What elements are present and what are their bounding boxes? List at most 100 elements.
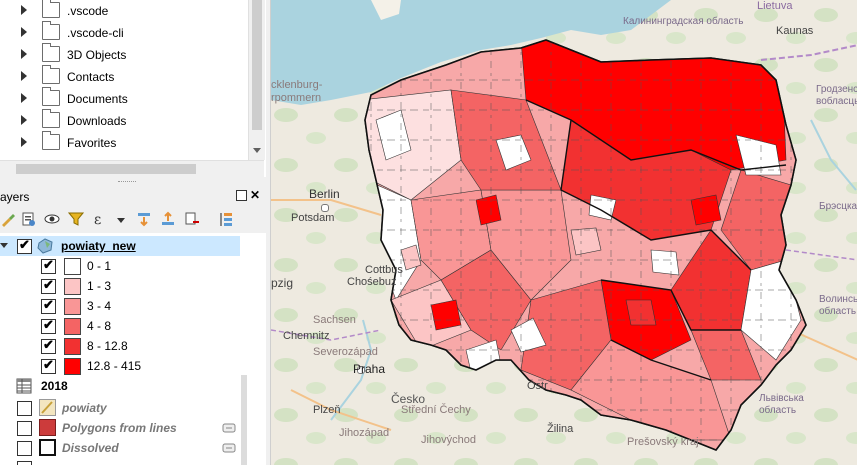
layer-name: Dissolved: [62, 441, 119, 455]
legend-item[interactable]: 3 - 4: [0, 296, 240, 316]
close-icon[interactable]: ✕: [250, 188, 260, 202]
add-group-icon[interactable]: [20, 211, 36, 227]
legend-checkbox[interactable]: [41, 317, 56, 334]
map-label: pzig: [271, 276, 294, 290]
legend-item[interactable]: 4 - 8: [0, 316, 240, 336]
expand-all-icon[interactable]: [136, 211, 152, 227]
browser-item-label: .vscode-cli: [67, 26, 124, 40]
splitter-grip-icon: [118, 181, 136, 184]
layer-row-polygons-from-lines[interactable]: Polygons from lines: [0, 418, 240, 438]
legend-label: 12.8 - 415: [87, 359, 142, 373]
layer-visibility-checkbox[interactable]: [17, 237, 32, 254]
scroll-thumb[interactable]: [16, 164, 196, 174]
scroll-down-arrow-icon[interactable]: [253, 148, 261, 153]
layer-name: Polygons from lines: [62, 421, 177, 435]
map-label: Chemnitz: [283, 330, 330, 342]
layer-name: 2018: [41, 379, 68, 393]
style-manager-icon[interactable]: [0, 211, 16, 227]
browser-item[interactable]: Contacts: [0, 65, 248, 88]
scroll-thumb[interactable]: [252, 0, 262, 130]
legend-item[interactable]: 12.8 - 415: [0, 356, 240, 376]
line-layer-icon: [39, 399, 56, 416]
collapse-all-icon[interactable]: [160, 211, 176, 227]
table-layer-icon: [16, 378, 32, 394]
filter-icon[interactable]: [68, 211, 84, 227]
legend-checkbox[interactable]: [41, 337, 56, 354]
map-label: cklenburg-: [271, 79, 323, 91]
map-label: Cottbus: [365, 264, 403, 276]
browser-item[interactable]: .vscode-cli: [0, 21, 248, 44]
layers-tree: powiaty_new 0 - 1 1 - 3 3 - 4 4 - 8 8 - …: [0, 234, 240, 465]
legend-color-swatch: [64, 358, 81, 375]
legend-item[interactable]: 1 - 3: [0, 276, 240, 296]
folder-icon: [42, 87, 60, 106]
browser-item-label: Favorites: [67, 136, 117, 150]
eye-visibility-icon[interactable]: [44, 211, 60, 227]
map-label: Berlin: [309, 187, 340, 201]
polygon-layer-icon: [37, 238, 53, 254]
map-label: Chośebuz: [347, 276, 397, 288]
remove-layer-icon[interactable]: [184, 211, 200, 227]
folder-icon: [42, 21, 60, 40]
folder-icon: [42, 65, 60, 84]
layer-row-2018[interactable]: 2018: [0, 376, 240, 396]
browser-horizontal-scrollbar[interactable]: [0, 160, 264, 177]
map-label: Severozápad: [313, 346, 378, 358]
map-label: Jihozápad: [339, 427, 390, 439]
expand-arrow-icon[interactable]: [21, 49, 27, 59]
legend-label: 4 - 8: [87, 319, 112, 333]
layer-name: powiaty: [62, 401, 107, 415]
expand-arrow-icon[interactable]: [21, 5, 27, 15]
expand-arrow-icon[interactable]: [21, 27, 27, 37]
browser-vertical-scrollbar[interactable]: [248, 0, 265, 160]
browser-item[interactable]: Favorites: [0, 131, 248, 154]
browser-item-label: Documents: [67, 92, 128, 106]
expand-arrow-icon[interactable]: [21, 137, 27, 147]
browser-item[interactable]: Downloads: [0, 109, 248, 132]
dropdown-arrow-icon[interactable]: [117, 218, 125, 223]
browser-panel: .vscode .vscode-cli 3D Objects Contacts …: [0, 0, 248, 160]
expand-arrow-icon[interactable]: [21, 115, 27, 125]
layer-row-partial[interactable]: [0, 458, 240, 465]
map-label: Praha: [353, 362, 386, 376]
map-canvas[interactable]: Lietuva Калининградская область Kaunas c…: [270, 0, 857, 465]
legend-checkbox[interactable]: [41, 277, 56, 294]
expand-arrow-icon[interactable]: [21, 71, 27, 81]
browser-item[interactable]: 3D Objects: [0, 43, 248, 66]
legend-item[interactable]: 0 - 1: [0, 256, 240, 276]
layer-row-powiaty[interactable]: powiaty: [0, 398, 240, 418]
collapse-arrow-icon[interactable]: [0, 243, 8, 248]
layer-order-icon[interactable]: [218, 211, 234, 227]
legend-item[interactable]: 8 - 12.8: [0, 336, 240, 356]
browser-item[interactable]: Documents: [0, 87, 248, 110]
map-label: Prešovský kraj: [627, 436, 699, 448]
legend-checkbox[interactable]: [41, 297, 56, 314]
legend-color-swatch: [64, 278, 81, 295]
map-label: Žilina: [547, 423, 574, 435]
left-panel: .vscode .vscode-cli 3D Objects Contacts …: [0, 0, 266, 465]
map-label: Potsdam: [291, 212, 335, 224]
legend-color-swatch: [64, 258, 81, 275]
layers-tree-scrollbar[interactable]: [241, 375, 247, 465]
legend-label: 3 - 4: [87, 299, 112, 313]
map-label: Plzeň: [313, 404, 341, 416]
layer-visibility-checkbox[interactable]: [17, 461, 32, 465]
layer-row-dissolved[interactable]: Dissolved: [0, 438, 240, 458]
temporary-layer-icon[interactable]: [222, 443, 236, 453]
layer-visibility-checkbox[interactable]: [17, 421, 32, 436]
layer-visibility-checkbox[interactable]: [17, 401, 32, 416]
temporary-layer-icon[interactable]: [222, 423, 236, 433]
float-panel-icon[interactable]: [236, 190, 247, 201]
map-label: Střední Čechy: [401, 404, 471, 416]
expand-arrow-icon[interactable]: [21, 93, 27, 103]
expression-filter-icon[interactable]: ε: [94, 211, 110, 227]
browser-item[interactable]: .vscode: [0, 0, 248, 22]
layer-row-powiaty-new[interactable]: powiaty_new: [0, 236, 240, 256]
layer-visibility-checkbox[interactable]: [17, 441, 32, 456]
legend-checkbox[interactable]: [41, 257, 56, 274]
legend-checkbox[interactable]: [41, 357, 56, 374]
legend-label: 8 - 12.8: [87, 339, 128, 353]
map-label: Волинська область: [819, 294, 857, 317]
layers-panel-title: ayers: [0, 190, 30, 204]
polygon-layer-icon: [39, 419, 56, 436]
